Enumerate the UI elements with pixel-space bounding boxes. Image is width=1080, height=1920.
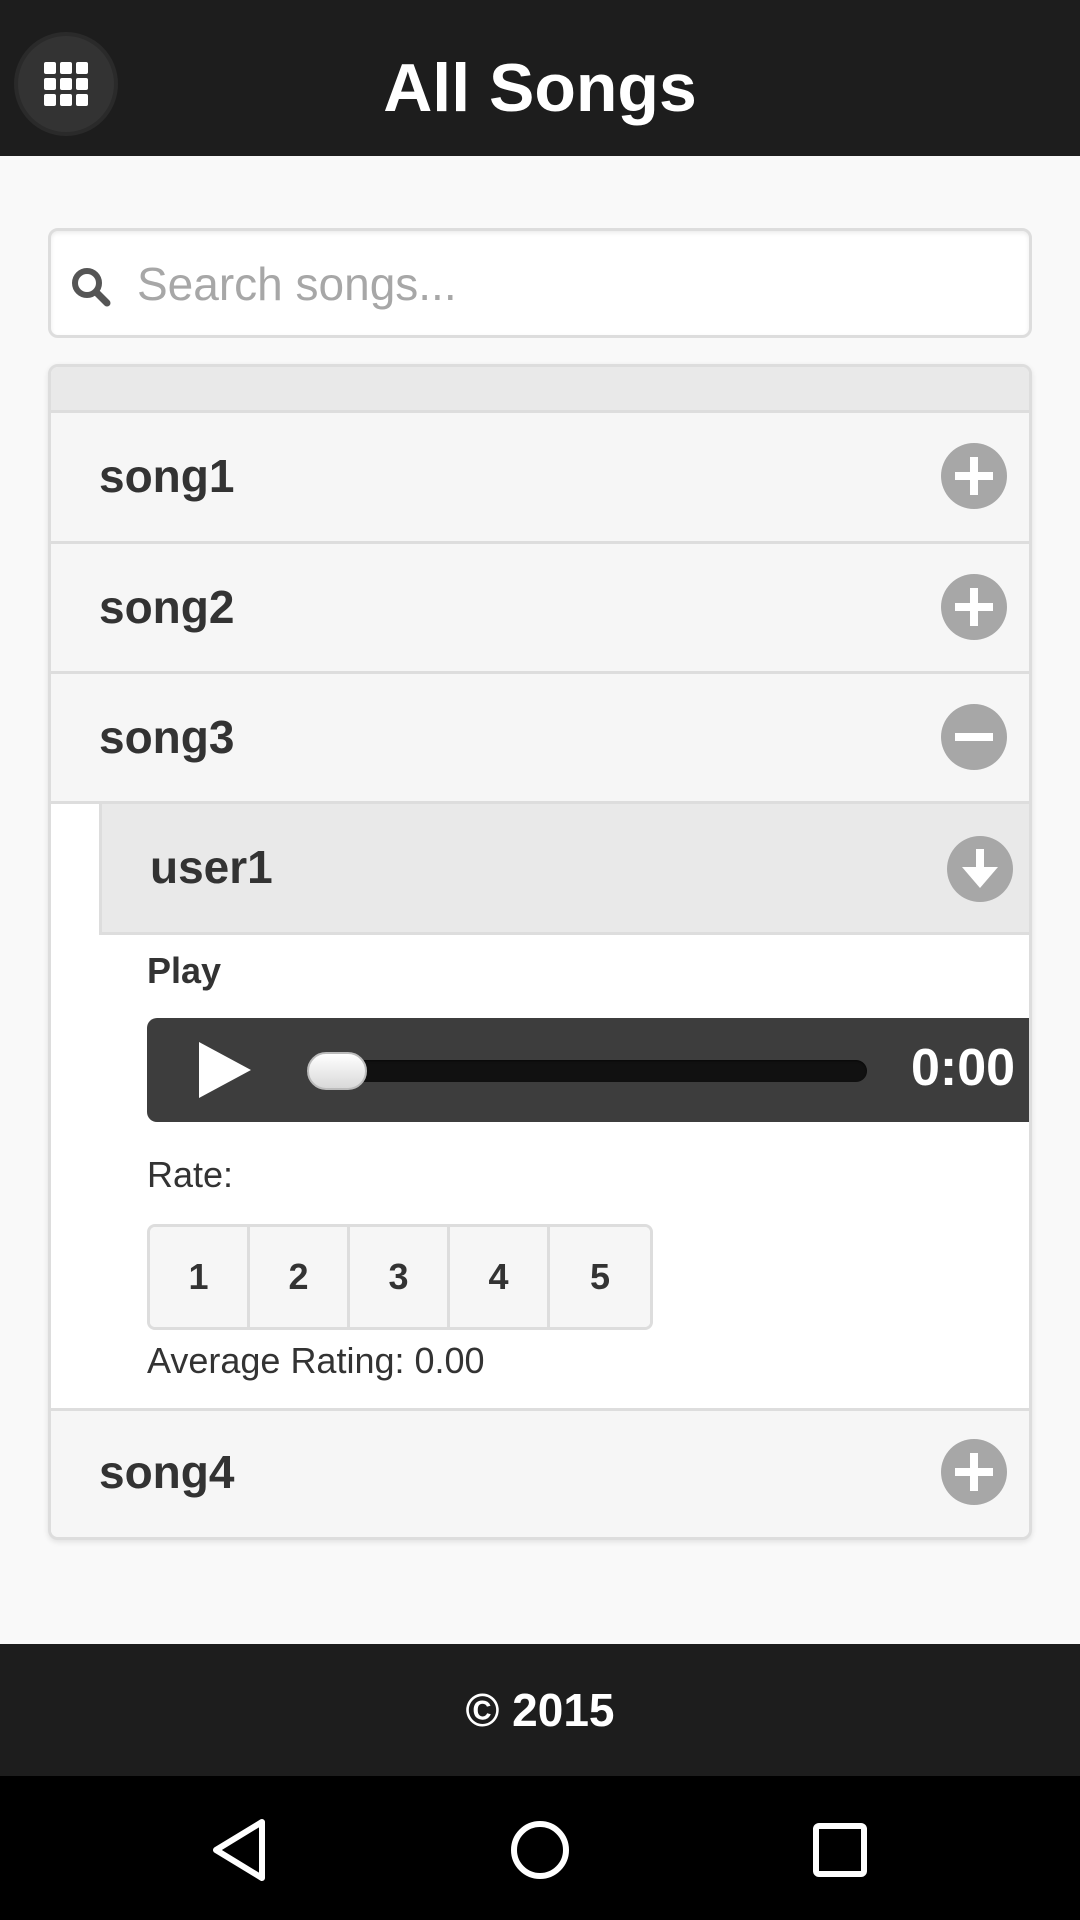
song-item-song4[interactable]: song4	[51, 1408, 1029, 1537]
rating-button-5[interactable]: 5	[550, 1227, 650, 1327]
search-input[interactable]	[135, 239, 1015, 329]
user-item-user1[interactable]: user1	[99, 804, 1029, 935]
song-item-song1[interactable]: song1	[51, 413, 1029, 544]
rate-label: Rate:	[147, 1154, 234, 1195]
plus-circle-icon[interactable]	[941, 443, 1007, 509]
home-icon[interactable]	[500, 1810, 580, 1890]
user-label: user1	[150, 841, 273, 893]
play-label: Play	[147, 950, 222, 991]
time-display: 0:00	[911, 1039, 1016, 1097]
grid-menu-icon	[44, 62, 88, 106]
rating-group: 1 2 3 4 5	[147, 1224, 653, 1330]
list-header	[51, 367, 1029, 413]
rating-button-1[interactable]: 1	[150, 1227, 250, 1327]
menu-button[interactable]	[18, 36, 114, 132]
rating-button-3[interactable]: 3	[350, 1227, 450, 1327]
search-icon	[72, 268, 111, 307]
search-bar[interactable]	[48, 228, 1032, 338]
rating-button-4[interactable]: 4	[450, 1227, 550, 1327]
song-list: song1 song2 song3 user1 Play 0:00 Rate: …	[48, 364, 1032, 1540]
back-icon[interactable]	[200, 1810, 280, 1890]
song-label: song1	[99, 450, 235, 502]
seek-thumb[interactable]	[307, 1052, 367, 1090]
minus-circle-icon[interactable]	[941, 704, 1007, 770]
plus-circle-icon[interactable]	[941, 574, 1007, 640]
song-label: song3	[99, 711, 235, 763]
song-item-song3[interactable]: song3	[51, 674, 1029, 804]
footer: © 2015	[0, 1644, 1080, 1776]
song-details-panel: user1 Play 0:00 Rate: 1 2 3 4 5 Average …	[51, 804, 1029, 1408]
arrow-down-circle-icon[interactable]	[947, 836, 1013, 902]
audio-player: 0:00	[147, 1018, 1029, 1122]
song-label: song2	[99, 581, 235, 633]
app-header: All Songs	[0, 0, 1080, 156]
song-label: song4	[99, 1446, 235, 1498]
page-title: All Songs	[383, 50, 697, 126]
system-nav-bar	[0, 1776, 1080, 1920]
play-icon[interactable]	[193, 1038, 257, 1102]
rating-button-2[interactable]: 2	[250, 1227, 350, 1327]
song-item-song2[interactable]: song2	[51, 544, 1029, 674]
plus-circle-icon[interactable]	[941, 1439, 1007, 1505]
seek-bar[interactable]	[307, 1052, 867, 1090]
average-rating: Average Rating: 0.00	[147, 1340, 485, 1381]
recents-icon[interactable]	[800, 1810, 880, 1890]
